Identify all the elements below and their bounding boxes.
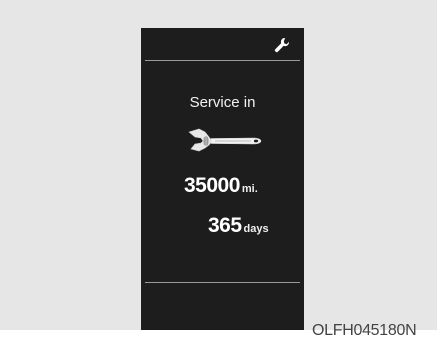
bottom-divider <box>145 282 300 283</box>
days-unit: days <box>243 223 269 235</box>
service-title: Service in <box>189 94 256 111</box>
figure-code: OLFH045180N <box>312 322 417 339</box>
top-divider <box>145 60 300 61</box>
wrench-icon <box>274 37 290 53</box>
distance-value: 35000 <box>184 174 240 197</box>
distance-unit: mi. <box>241 183 258 195</box>
cluster-display: Service in 35000 mi. 365 days <box>141 28 304 330</box>
remaining-days: 365 days <box>208 214 269 238</box>
days-value: 365 <box>208 214 242 237</box>
adjustable-wrench-icon <box>188 128 262 152</box>
remaining-distance: 35000 mi. <box>184 174 258 198</box>
page: Service in 35000 mi. 365 days OLFH045180N <box>0 0 437 345</box>
header-bar <box>141 28 304 60</box>
